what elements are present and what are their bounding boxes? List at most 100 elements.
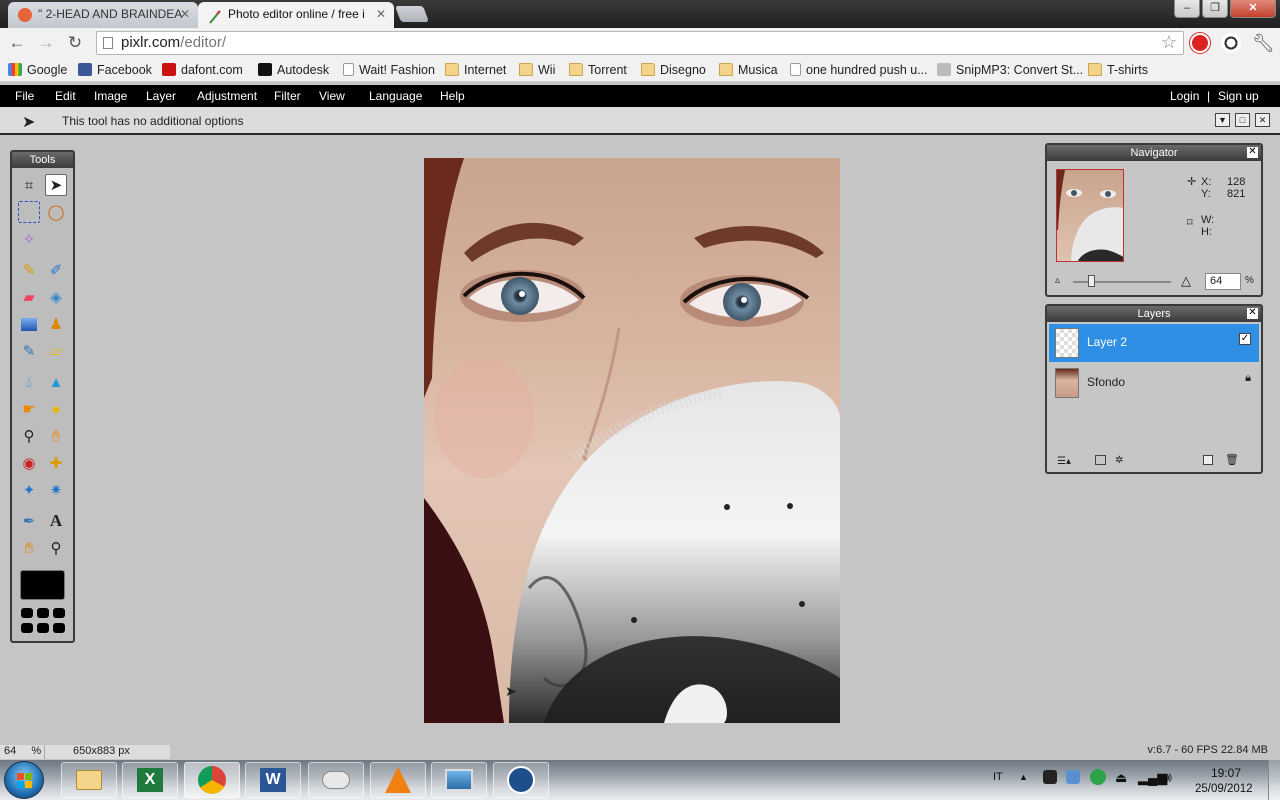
start-button[interactable]	[4, 761, 44, 799]
signup-link[interactable]: Sign up	[1218, 89, 1259, 103]
image-canvas[interactable]	[424, 158, 840, 723]
chrome-icon[interactable]	[184, 762, 240, 798]
layer-settings-icon[interactable]: ☰▴	[1057, 456, 1071, 467]
photo-viewer-icon[interactable]	[431, 762, 487, 798]
pinch-tool-icon[interactable]: ✷	[45, 479, 67, 501]
bookmark-snipmp3[interactable]: SnipMP3: Convert St...	[937, 62, 1083, 78]
new-tab-button[interactable]	[395, 6, 429, 22]
vlc-icon[interactable]	[370, 762, 426, 798]
layer-row-sfondo[interactable]: Sfondo 🔒︎	[1049, 364, 1259, 402]
zoom-out-icon[interactable]: ▵	[1055, 275, 1060, 286]
tray-app-icon[interactable]	[1043, 770, 1057, 784]
minimize-button[interactable]: –	[1174, 0, 1200, 18]
menu-file[interactable]: File	[15, 89, 34, 103]
gradient-tool-icon[interactable]	[18, 313, 40, 335]
close-icon[interactable]: ✕	[1247, 147, 1258, 158]
zoom-input[interactable]: 64	[1205, 273, 1241, 290]
menu-view[interactable]: View	[319, 89, 345, 103]
layer-visibility-checkbox[interactable]: ✓	[1239, 333, 1251, 345]
menu-image[interactable]: Image	[94, 89, 127, 103]
lasso-tool-icon[interactable]: ◯	[45, 201, 67, 223]
color-replace-tool-icon[interactable]: ✎	[18, 340, 40, 362]
layer-row-layer-2[interactable]: Layer 2 ✓	[1049, 324, 1259, 362]
camera-icon[interactable]	[493, 762, 549, 798]
tab-close-icon[interactable]: ✕	[180, 2, 190, 26]
explorer-icon[interactable]	[61, 762, 117, 798]
bookmark-folder-wii[interactable]: Wii	[519, 62, 555, 78]
status-zoom[interactable]: 64 %	[0, 745, 44, 759]
restore-button[interactable]: ❐	[1202, 0, 1228, 18]
tray-network-app-icon[interactable]	[1066, 770, 1080, 784]
bookmark-google[interactable]: Google	[8, 62, 67, 78]
navigator-thumbnail[interactable]	[1056, 169, 1124, 262]
swatch-dot[interactable]	[21, 608, 33, 618]
dodge-tool-icon[interactable]: ⚲	[18, 425, 40, 447]
show-hidden-icons-icon[interactable]: ▲	[1019, 772, 1028, 782]
bookmark-dafont[interactable]: dafont.com	[162, 62, 243, 78]
clock-date[interactable]: 25/09/2012	[1195, 783, 1253, 795]
swatch-dot[interactable]	[53, 623, 65, 633]
pencil-tool-icon[interactable]: ✎	[18, 259, 40, 281]
paint-bucket-tool-icon[interactable]: ◈	[45, 286, 67, 308]
brush-tool-icon[interactable]: ✐	[45, 259, 67, 281]
swatch-dot[interactable]	[37, 608, 49, 618]
crop-tool-icon[interactable]: ⌗	[18, 174, 40, 196]
soccer-extension-icon[interactable]	[1221, 33, 1241, 53]
collapse-icon[interactable]: ▼	[1215, 113, 1230, 127]
hand-tool-icon[interactable]: ✋︎	[18, 537, 40, 559]
new-layer-icon[interactable]	[1203, 455, 1213, 465]
tray-usb-icon[interactable]: ⏏	[1115, 770, 1127, 786]
bookmark-star-icon[interactable]: ☆	[1161, 31, 1177, 53]
sharpen-tool-icon[interactable]: ▲	[45, 371, 67, 393]
burn-tool-icon[interactable]: ✋︎	[45, 425, 67, 447]
address-bar[interactable]: pixlr.com/editor/ ☆	[96, 31, 1184, 55]
bookmark-push-ups[interactable]: one hundred push u...	[790, 62, 928, 78]
browser-tab-braindead[interactable]: " 2-HEAD AND BRAINDEA ✕	[8, 2, 198, 28]
bookmark-folder-disegno[interactable]: Disegno	[641, 62, 706, 78]
bloat-tool-icon[interactable]: ✦	[18, 479, 40, 501]
blur-tool-icon[interactable]: 💧︎	[18, 371, 40, 393]
menu-adjustment[interactable]: Adjustment	[197, 89, 257, 103]
layer-mask-icon[interactable]	[1095, 455, 1106, 465]
login-link[interactable]: Login	[1170, 89, 1199, 103]
show-desktop-button[interactable]	[1268, 760, 1280, 800]
bookmark-autodesk[interactable]: Autodesk	[258, 62, 329, 78]
zoom-tool-icon[interactable]: ⚲	[45, 537, 67, 559]
bookmark-folder-tshirts[interactable]: T-shirts	[1088, 62, 1148, 78]
spot-heal-tool-icon[interactable]: ✚	[45, 452, 67, 474]
menu-help[interactable]: Help	[440, 89, 465, 103]
clock-time[interactable]: 19:07	[1211, 766, 1241, 780]
swatch-dot[interactable]	[53, 608, 65, 618]
zoom-slider-handle[interactable]	[1087, 275, 1095, 287]
color-picker-tool-icon[interactable]: ✒	[18, 510, 40, 532]
zoom-in-icon[interactable]: △	[1181, 273, 1191, 289]
magic-wand-tool-icon[interactable]: ✧	[18, 228, 40, 250]
maximize-icon[interactable]: □	[1235, 113, 1250, 127]
bookmark-folder-musica[interactable]: Musica	[719, 62, 778, 78]
excel-icon[interactable]: X	[122, 762, 178, 798]
text-tool-icon[interactable]: A	[45, 510, 67, 532]
bookmark-wait-fashion[interactable]: Wait! Fashion	[343, 62, 435, 78]
bookmark-facebook[interactable]: Facebook	[78, 62, 152, 78]
language-indicator[interactable]: IT	[993, 771, 1003, 783]
move-tool-icon[interactable]: ➤	[45, 174, 67, 196]
adblock-extension-icon[interactable]	[1190, 33, 1210, 53]
forward-icon[interactable]: →	[35, 32, 57, 54]
color-swatch[interactable]	[20, 570, 65, 600]
bookmark-folder-internet[interactable]: Internet	[445, 62, 506, 78]
wrench-menu-icon[interactable]: 🔧︎	[1252, 32, 1275, 54]
red-eye-tool-icon[interactable]: ◉	[18, 452, 40, 474]
swatch-dot[interactable]	[21, 623, 33, 633]
sponge-tool-icon[interactable]: ●	[45, 398, 67, 420]
back-icon[interactable]: ←	[6, 32, 28, 54]
volume-icon[interactable]: 🔊︎	[1163, 769, 1172, 786]
browser-tab-pixlr[interactable]: Photo editor online / free i ✕	[198, 2, 394, 28]
close-window-button[interactable]: ✕	[1230, 0, 1276, 18]
reload-icon[interactable]: ↻	[64, 32, 86, 54]
clone-stamp-tool-icon[interactable]: ♟	[45, 313, 67, 335]
eraser-tool-icon[interactable]: ▰	[18, 286, 40, 308]
tray-utorrent-icon[interactable]	[1090, 769, 1106, 785]
close-icon[interactable]: ✕	[1255, 113, 1270, 127]
menu-language[interactable]: Language	[369, 89, 422, 103]
marquee-tool-icon[interactable]	[18, 201, 40, 223]
